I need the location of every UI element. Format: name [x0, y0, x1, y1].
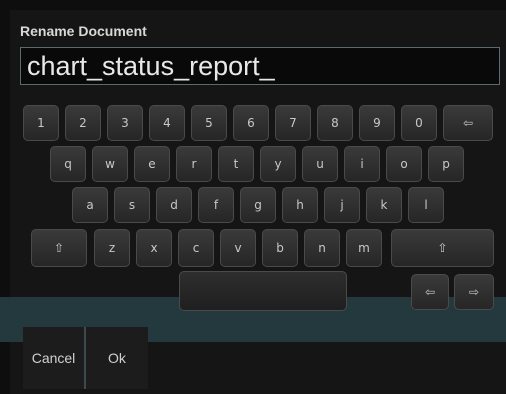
key-g[interactable]: g [240, 187, 276, 223]
on-screen-keyboard: 1 2 3 4 5 6 7 8 9 0 ⇦ q w e r t y u i o … [10, 10, 506, 320]
key-s[interactable]: s [114, 187, 150, 223]
space-key[interactable] [179, 271, 347, 311]
key-r[interactable]: r [176, 146, 212, 182]
key-u[interactable]: u [302, 146, 338, 182]
key-0[interactable]: 0 [401, 105, 437, 141]
key-y[interactable]: y [260, 146, 296, 182]
key-w[interactable]: w [92, 146, 128, 182]
key-8[interactable]: 8 [317, 105, 353, 141]
key-b[interactable]: b [262, 229, 298, 267]
key-t[interactable]: t [218, 146, 254, 182]
key-a[interactable]: a [72, 187, 108, 223]
key-h[interactable]: h [282, 187, 318, 223]
ok-button[interactable]: Ok [86, 327, 148, 389]
shift-left-key[interactable]: ⇧ [31, 229, 87, 267]
backspace-key[interactable]: ⇦ [443, 105, 493, 141]
key-j[interactable]: j [324, 187, 360, 223]
shift-right-key[interactable]: ⇧ [391, 229, 494, 267]
key-v[interactable]: v [220, 229, 256, 267]
cancel-button[interactable]: Cancel [23, 327, 84, 389]
key-i[interactable]: i [344, 146, 380, 182]
key-k[interactable]: k [366, 187, 402, 223]
cursor-left-key[interactable]: ⇦ [411, 274, 449, 310]
rename-dialog: Rename Document chart_status_report_ 1 2… [0, 10, 506, 394]
key-n[interactable]: n [304, 229, 340, 267]
key-5[interactable]: 5 [191, 105, 227, 141]
key-l[interactable]: l [408, 187, 444, 223]
key-p[interactable]: p [428, 146, 464, 182]
key-z[interactable]: z [94, 229, 130, 267]
key-1[interactable]: 1 [23, 105, 59, 141]
key-c[interactable]: c [178, 229, 214, 267]
key-o[interactable]: o [386, 146, 422, 182]
cursor-right-key[interactable]: ⇨ [454, 274, 494, 310]
key-7[interactable]: 7 [275, 105, 311, 141]
key-x[interactable]: x [136, 229, 172, 267]
key-m[interactable]: m [346, 229, 382, 267]
key-2[interactable]: 2 [65, 105, 101, 141]
key-9[interactable]: 9 [359, 105, 395, 141]
key-3[interactable]: 3 [107, 105, 143, 141]
key-4[interactable]: 4 [149, 105, 185, 141]
key-6[interactable]: 6 [233, 105, 269, 141]
key-e[interactable]: e [134, 146, 170, 182]
key-d[interactable]: d [156, 187, 192, 223]
key-q[interactable]: q [50, 146, 86, 182]
key-f[interactable]: f [198, 187, 234, 223]
